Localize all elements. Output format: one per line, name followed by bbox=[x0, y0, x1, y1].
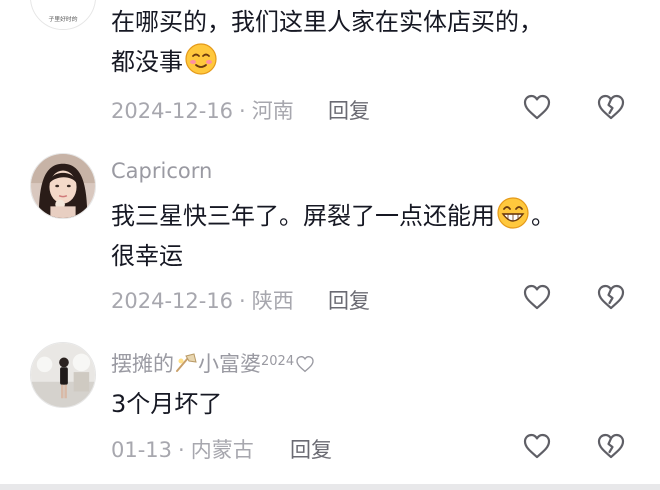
comment-username[interactable]: Capricorn bbox=[111, 159, 212, 183]
reply-button[interactable]: 回复 bbox=[328, 95, 370, 125]
username-part: 摆摊的 bbox=[111, 352, 174, 376]
comment-text: 我三星快三年了。屏裂了一点还能用 。 很幸运 bbox=[111, 196, 621, 276]
comment-location: 内蒙古 bbox=[190, 438, 254, 462]
like-heart-icon[interactable] bbox=[522, 282, 552, 312]
bottom-divider bbox=[0, 484, 660, 490]
comment-meta: 2024-12-16 · 河南 bbox=[111, 95, 294, 125]
comment-meta: 01-13 · 内蒙古 bbox=[111, 434, 254, 464]
dislike-broken-heart-icon[interactable] bbox=[596, 431, 626, 461]
comment-text-fragment: 。 bbox=[531, 202, 555, 230]
comment-text-line: 在哪买的，我们这里人家在实体店买的， bbox=[111, 8, 543, 36]
comment-text: 在哪买的，我们这里人家在实体店买的， 都没事 bbox=[111, 2, 621, 82]
avatar[interactable]: 子里好时的 bbox=[30, 0, 96, 30]
avatar-photo bbox=[31, 343, 95, 407]
separator-dot: · bbox=[239, 289, 246, 313]
avatar-logo-image: 子里好时的 bbox=[31, 0, 95, 29]
avatar-logo-text: 子里好时的 bbox=[49, 15, 78, 23]
reply-button[interactable]: 回复 bbox=[328, 285, 370, 315]
grinning-emoji-icon bbox=[497, 197, 529, 229]
shushing-smile-emoji-icon bbox=[185, 43, 217, 75]
comment-text-fragment: 都没事 bbox=[111, 48, 183, 76]
avatar[interactable] bbox=[30, 342, 96, 408]
avatar-photo bbox=[31, 154, 95, 218]
comment-location: 陕西 bbox=[251, 289, 294, 313]
dislike-broken-heart-icon[interactable] bbox=[596, 92, 626, 122]
dislike-broken-heart-icon[interactable] bbox=[596, 282, 626, 312]
broom-sticker-icon bbox=[176, 353, 197, 372]
comment-text-line-2: 很幸运 bbox=[111, 242, 183, 270]
username-part: 小富婆 bbox=[198, 352, 261, 376]
comment-text-fragment: 我三星快三年了。屏裂了一点还能用 bbox=[111, 202, 495, 230]
comment-date: 01-13 bbox=[111, 438, 173, 462]
like-heart-icon[interactable] bbox=[522, 92, 552, 122]
comment-date: 2024-12-16 bbox=[111, 289, 234, 313]
comment-text-line-2: 都没事 bbox=[111, 42, 621, 82]
comment-text: 3个月坏了 bbox=[111, 384, 621, 424]
comment-date: 2024-12-16 bbox=[111, 99, 234, 123]
comment-meta: 2024-12-16 · 陕西 bbox=[111, 285, 294, 315]
separator-dot: · bbox=[178, 438, 185, 462]
comment-text-line: 我三星快三年了。屏裂了一点还能用 。 bbox=[111, 196, 621, 236]
comment-location: 河南 bbox=[251, 99, 294, 123]
reply-button[interactable]: 回复 bbox=[290, 434, 332, 464]
avatar[interactable] bbox=[30, 153, 96, 219]
heart-outline-icon bbox=[296, 355, 314, 373]
separator-dot: · bbox=[239, 99, 246, 123]
like-heart-icon[interactable] bbox=[522, 431, 552, 461]
comment-text-line: 3个月坏了 bbox=[111, 390, 223, 418]
comment-username[interactable]: 摆摊的 小富婆2024 bbox=[111, 348, 316, 378]
username-part: 2024 bbox=[261, 354, 295, 369]
